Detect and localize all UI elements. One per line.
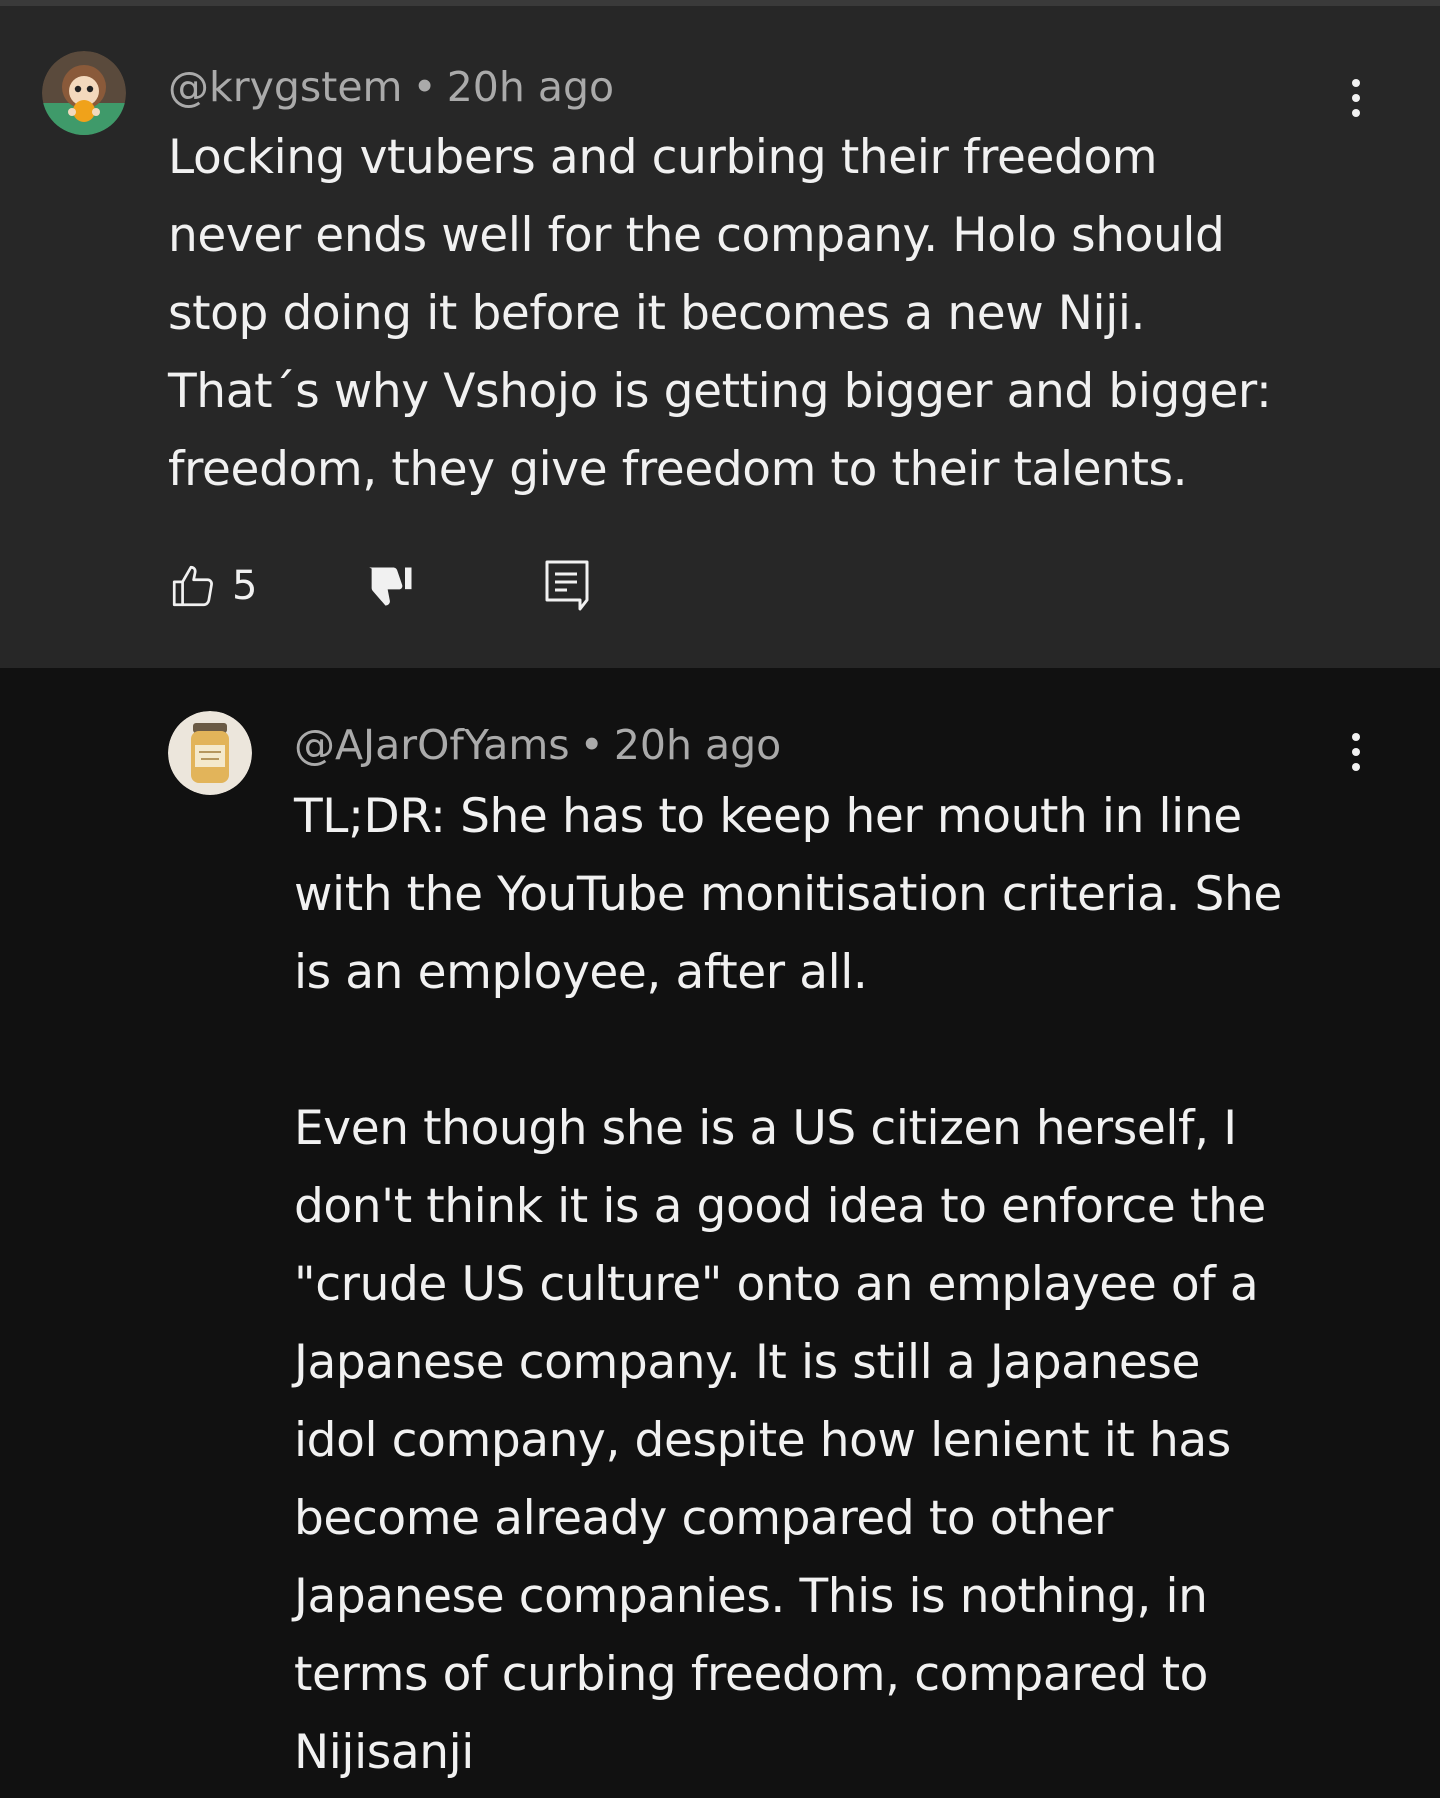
more-vertical-icon — [1352, 79, 1360, 87]
avatar-character-icon — [42, 51, 126, 135]
more-vertical-icon — [1352, 733, 1360, 741]
separator-dot: • — [412, 63, 437, 111]
dislike-button[interactable] — [366, 561, 418, 613]
thumbs-down-filled-icon — [369, 567, 412, 606]
reply-comment-icon — [545, 560, 589, 611]
reply-button[interactable] — [543, 558, 591, 614]
thumbs-up-outline-icon — [172, 565, 213, 607]
comment-text: Locking vtubers and curbing their freedo… — [168, 130, 1272, 497]
parent-comment: @krygstem • 20h ago Locking vtubers and cu… — [0, 6, 1440, 668]
author-name[interactable]: @krygstem — [168, 63, 403, 111]
reply-comment: @AJarOfYams • 20h ago TL;DR: She has to ke… — [0, 668, 1440, 1798]
author-name[interactable]: @AJarOfYams — [294, 721, 570, 769]
avatar-jar-icon — [168, 711, 252, 795]
comment-text: TL;DR: She has to keep her mouth in line… — [294, 789, 1282, 1780]
separator-dot: • — [579, 721, 604, 769]
timestamp: 20h ago — [446, 63, 615, 111]
like-count: 5 — [232, 563, 258, 609]
avatar[interactable] — [42, 51, 126, 135]
avatar[interactable] — [168, 711, 252, 795]
like-button[interactable]: 5 — [168, 561, 257, 611]
timestamp: 20h ago — [613, 721, 782, 769]
comment-header: @krygstem • 20h ago — [168, 62, 614, 112]
comment-header: @AJarOfYams • 20h ago — [294, 720, 781, 770]
more-options-button[interactable] — [1336, 722, 1376, 782]
